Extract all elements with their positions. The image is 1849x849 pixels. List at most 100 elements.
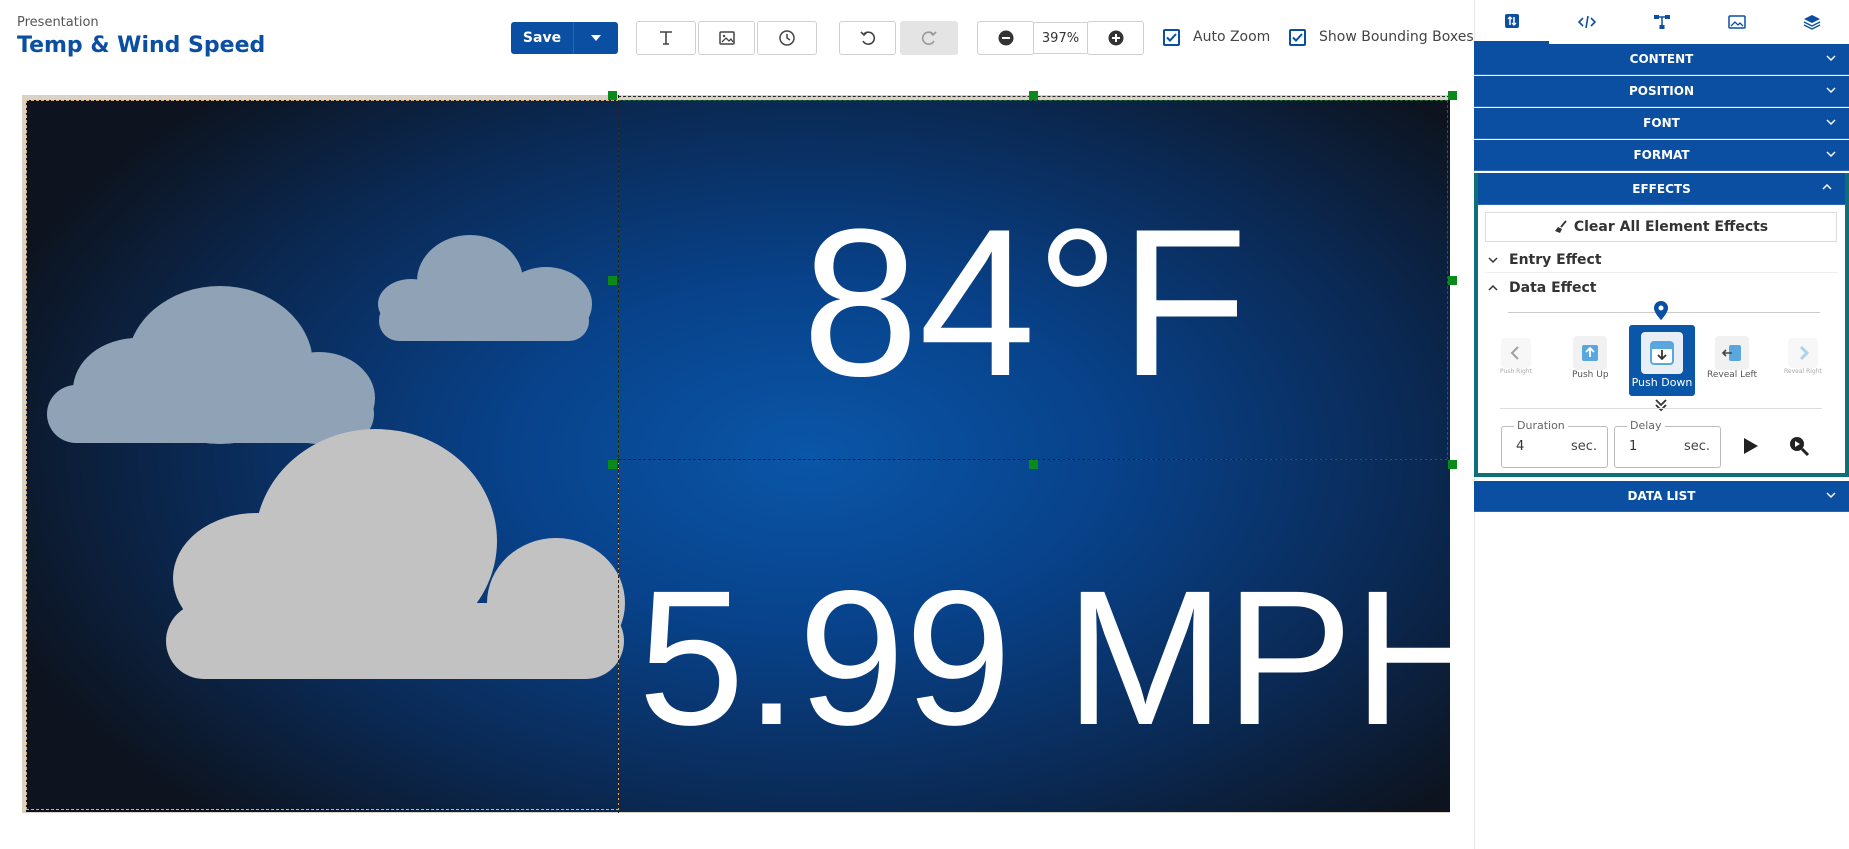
- save-button[interactable]: Save: [511, 30, 573, 46]
- save-dropdown-button[interactable]: [574, 34, 618, 42]
- section-data-list-label: DATA LIST: [1627, 489, 1696, 503]
- show-bounding-boxes-label: Show Bounding Boxes: [1319, 29, 1474, 45]
- duration-unit: sec.: [1570, 439, 1597, 454]
- effect-label: Push Down: [1631, 376, 1693, 389]
- entry-effect-toggle[interactable]: Entry Effect: [1485, 247, 1837, 273]
- chevron-down-icon: [1826, 55, 1836, 62]
- effect-reveal-left[interactable]: Reveal Left: [1707, 336, 1757, 380]
- wind-speed-text[interactable]: 5.99 MPH: [638, 562, 1450, 754]
- resize-handle-tc[interactable]: [1029, 91, 1038, 100]
- effect-label: Reveal Left: [1707, 370, 1758, 380]
- layers-icon: [1803, 15, 1820, 30]
- section-font-label: FONT: [1643, 116, 1680, 130]
- duration-value[interactable]: 4: [1516, 439, 1524, 454]
- preview-search-icon[interactable]: [1788, 435, 1810, 457]
- panel-tabs: [1474, 0, 1849, 44]
- tab-media[interactable]: [1699, 0, 1774, 44]
- presentation-label: Presentation: [17, 15, 99, 30]
- effect-label: Push Right: [1500, 368, 1532, 375]
- temperature-text[interactable]: 84°F: [802, 198, 1248, 408]
- section-font[interactable]: FONT: [1474, 108, 1849, 139]
- redo-button[interactable]: [900, 21, 958, 55]
- add-text-button[interactable]: [636, 21, 696, 55]
- image-icon: [718, 31, 735, 45]
- code-icon: [1577, 15, 1596, 29]
- clock-icon: [779, 30, 795, 46]
- effect-reveal-right[interactable]: Reveal Right: [1784, 338, 1822, 375]
- add-clock-button[interactable]: [757, 21, 817, 55]
- auto-zoom-checkbox[interactable]: [1163, 29, 1180, 46]
- presentation-canvas[interactable]: 84°F 5.99 MPH: [26, 100, 1450, 812]
- clear-all-effects-label: Clear All Element Effects: [1573, 219, 1769, 235]
- map-marker-icon: [1654, 301, 1668, 320]
- section-effects-label: EFFECTS: [1632, 181, 1691, 196]
- checkmark-icon: [1292, 33, 1303, 42]
- play-icon[interactable]: [1740, 436, 1760, 456]
- section-format[interactable]: FORMAT: [1474, 140, 1849, 171]
- resize-handle-ml[interactable]: [608, 276, 617, 285]
- show-bounding-boxes-checkbox[interactable]: [1289, 29, 1306, 46]
- checkmark-icon: [1166, 33, 1177, 42]
- zoom-in-button[interactable]: [1087, 21, 1144, 55]
- resize-handle-mr[interactable]: [1448, 276, 1457, 285]
- reveal-left-icon: [1721, 345, 1742, 361]
- section-position-label: POSITION: [1629, 84, 1694, 98]
- chevron-right-icon: [1799, 345, 1810, 361]
- chevron-down-icon: [1826, 119, 1836, 126]
- chevron-left-icon: [1510, 346, 1519, 360]
- effect-push-up[interactable]: Push Up: [1572, 336, 1609, 380]
- resize-handle-tr[interactable]: [1448, 91, 1457, 100]
- text-icon: [660, 31, 672, 45]
- save-button-group: Save: [511, 22, 618, 54]
- section-content[interactable]: CONTENT: [1474, 44, 1849, 75]
- tab-data-flow[interactable]: [1624, 0, 1699, 44]
- double-chevron-down-icon[interactable]: [1654, 398, 1668, 412]
- caret-down-icon: [591, 35, 601, 41]
- duration-field[interactable]: Duration 4 sec.: [1501, 419, 1608, 468]
- tab-code[interactable]: [1549, 0, 1624, 44]
- data-effect-label: Data Effect: [1509, 280, 1597, 296]
- section-effects[interactable]: EFFECTS: [1478, 173, 1845, 205]
- resize-handle-bl[interactable]: [608, 460, 617, 469]
- delay-unit: sec.: [1683, 439, 1710, 454]
- sliders-icon: [1504, 13, 1519, 28]
- chevron-up-icon: [1488, 284, 1498, 291]
- clear-all-effects-button[interactable]: Clear All Element Effects: [1485, 212, 1837, 242]
- page-title: Temp & Wind Speed: [17, 33, 266, 58]
- resize-handle-tl[interactable]: [608, 91, 617, 100]
- tab-properties[interactable]: [1474, 0, 1549, 44]
- delay-value[interactable]: 1: [1629, 439, 1637, 454]
- undo-button[interactable]: [839, 21, 896, 55]
- minus-circle-icon: [998, 30, 1013, 46]
- chevron-down-icon: [1488, 256, 1498, 263]
- section-content-label: CONTENT: [1629, 52, 1694, 66]
- effect-label: Reveal Right: [1784, 368, 1822, 375]
- data-effect-toggle[interactable]: Data Effect: [1485, 275, 1837, 301]
- chevron-down-icon: [1826, 492, 1836, 499]
- push-down-icon: [1650, 341, 1674, 365]
- section-data-list[interactable]: DATA LIST: [1474, 481, 1849, 512]
- resize-handle-br[interactable]: [1448, 460, 1457, 469]
- images-icon: [1727, 15, 1746, 29]
- chevron-up-icon: [1822, 183, 1832, 190]
- broom-icon: [1554, 220, 1567, 233]
- delay-legend: Delay: [1627, 419, 1665, 432]
- section-position[interactable]: POSITION: [1474, 76, 1849, 107]
- zoom-level: 397%: [1033, 22, 1088, 54]
- redo-icon: [921, 31, 937, 45]
- plus-circle-icon: [1108, 30, 1123, 46]
- zoom-out-button[interactable]: [977, 21, 1034, 55]
- undo-icon: [859, 31, 875, 45]
- tab-layers[interactable]: [1774, 0, 1849, 44]
- sitemap-icon: [1653, 15, 1670, 29]
- resize-handle-bc[interactable]: [1029, 460, 1038, 469]
- duration-legend: Duration: [1514, 419, 1568, 432]
- delay-field[interactable]: Delay 1 sec.: [1614, 419, 1721, 468]
- add-image-button[interactable]: [698, 21, 755, 55]
- effect-push-down[interactable]: Push Down: [1629, 325, 1695, 396]
- effect-label: Push Up: [1572, 370, 1609, 380]
- auto-zoom-label: Auto Zoom: [1193, 29, 1271, 45]
- chevron-down-icon: [1826, 87, 1836, 94]
- effect-push-right[interactable]: Push Right: [1500, 338, 1532, 375]
- entry-effect-label: Entry Effect: [1509, 251, 1602, 268]
